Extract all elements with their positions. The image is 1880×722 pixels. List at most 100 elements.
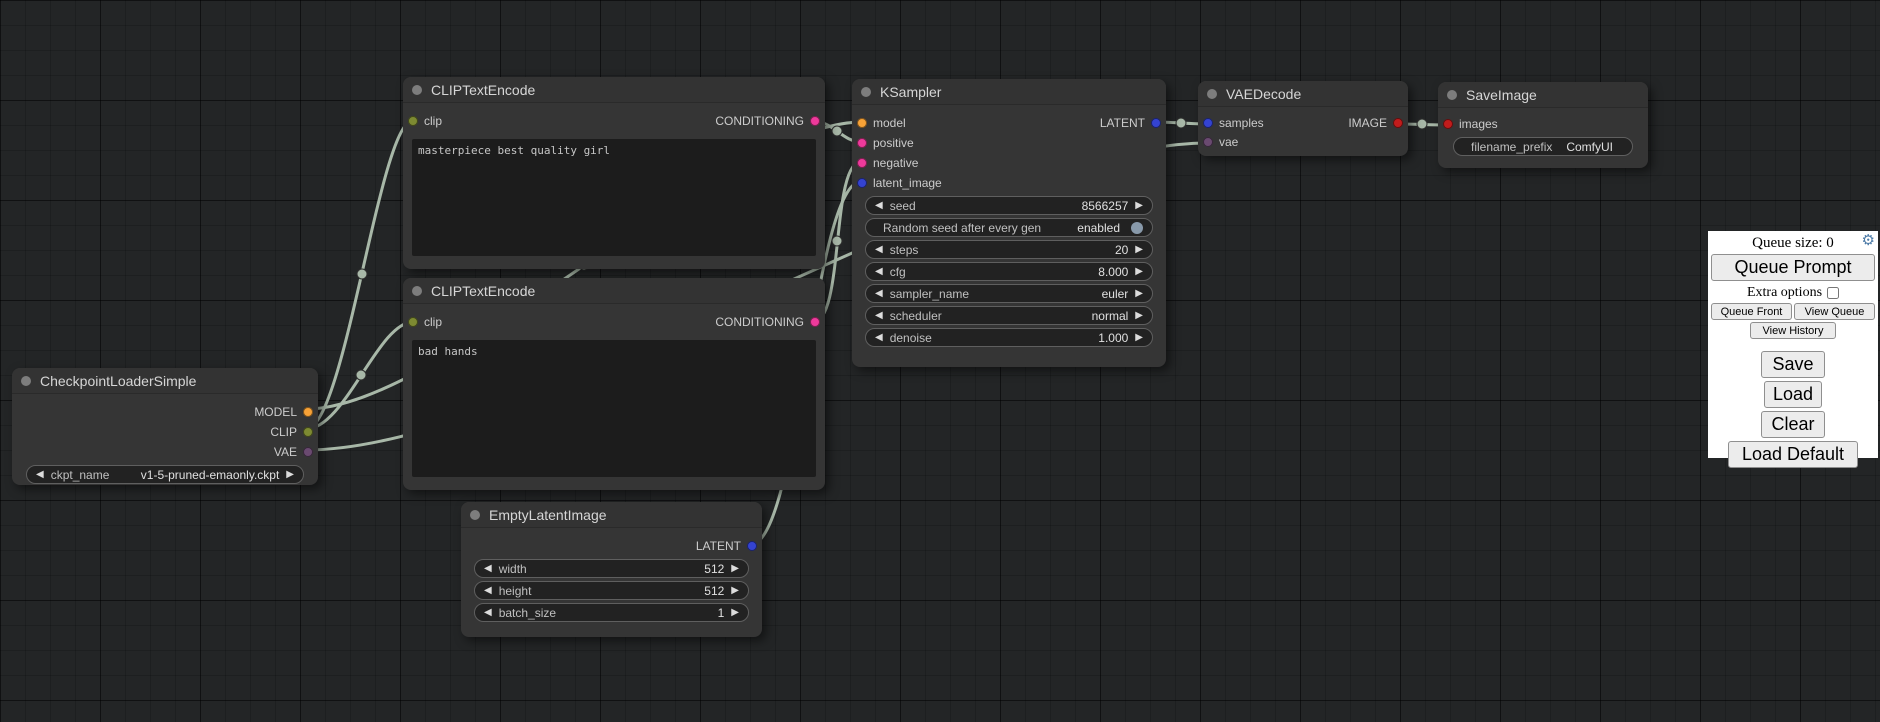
input-port-clip[interactable] <box>408 317 418 327</box>
increment-arrow-icon[interactable]: ▶ <box>1135 333 1143 343</box>
widget-seed[interactable]: ◀ seed 8566257 ▶ <box>865 196 1153 215</box>
widget-width[interactable]: ◀ width 512 ▶ <box>474 559 749 578</box>
input-port-positive[interactable] <box>857 138 867 148</box>
prompt-textarea[interactable]: masterpiece best quality girl <box>412 139 816 256</box>
widget-filename-prefix[interactable]: filename_prefix ComfyUI <box>1453 137 1633 156</box>
widget-height[interactable]: ◀ height 512 ▶ <box>474 581 749 600</box>
output-port-conditioning[interactable] <box>810 116 820 126</box>
node-title-bar[interactable]: CheckpointLoaderSimple <box>12 368 318 394</box>
increment-arrow-icon[interactable]: ▶ <box>1135 267 1143 277</box>
increment-arrow-icon[interactable]: ▶ <box>1135 245 1143 255</box>
output-slot-clip: CLIP <box>12 422 318 442</box>
node-clip-text-encode-positive[interactable]: CLIPTextEncode clip CONDITIONING masterp… <box>403 77 825 269</box>
widget-batch-size[interactable]: ◀ batch_size 1 ▶ <box>474 603 749 622</box>
input-port-latent-image[interactable] <box>857 178 867 188</box>
widget-sampler-name[interactable]: ◀ sampler_name euler ▶ <box>865 284 1153 303</box>
slot-label: model <box>873 116 906 130</box>
widget-value: 1 <box>718 606 725 620</box>
node-title-bar[interactable]: VAEDecode <box>1198 81 1408 107</box>
widget-label: seed <box>890 199 916 213</box>
slot-label: images <box>1459 117 1498 131</box>
increment-arrow-icon[interactable]: ▶ <box>286 470 294 480</box>
output-port-model[interactable] <box>303 407 313 417</box>
collapse-dot-icon[interactable] <box>861 87 871 97</box>
output-port-image[interactable] <box>1393 118 1403 128</box>
increment-arrow-icon[interactable]: ▶ <box>731 564 739 574</box>
collapse-dot-icon[interactable] <box>21 376 31 386</box>
decrement-arrow-icon[interactable]: ◀ <box>875 267 883 277</box>
collapse-dot-icon[interactable] <box>1207 89 1217 99</box>
decrement-arrow-icon[interactable]: ◀ <box>484 608 492 618</box>
input-port-clip[interactable] <box>408 116 418 126</box>
load-default-button[interactable]: Load Default <box>1728 441 1858 468</box>
view-history-button[interactable]: View History <box>1750 322 1836 339</box>
collapse-dot-icon[interactable] <box>470 510 480 520</box>
node-checkpoint-loader-simple[interactable]: CheckpointLoaderSimple MODEL CLIP VAE ◀ … <box>12 368 318 485</box>
output-port-latent[interactable] <box>747 541 757 551</box>
increment-arrow-icon[interactable]: ▶ <box>1135 289 1143 299</box>
link-center-dot <box>1417 119 1427 129</box>
collapse-dot-icon[interactable] <box>1447 90 1457 100</box>
decrement-arrow-icon[interactable]: ◀ <box>875 333 883 343</box>
increment-arrow-icon[interactable]: ▶ <box>731 608 739 618</box>
decrement-arrow-icon[interactable]: ◀ <box>875 289 883 299</box>
node-vae-decode[interactable]: VAEDecode samples IMAGE vae <box>1198 81 1408 156</box>
widget-denoise[interactable]: ◀ denoise 1.000 ▶ <box>865 328 1153 347</box>
node-title: SaveImage <box>1466 87 1537 103</box>
node-save-image[interactable]: SaveImage images filename_prefix ComfyUI <box>1438 82 1648 168</box>
output-port-latent[interactable] <box>1151 118 1161 128</box>
save-button[interactable]: Save <box>1761 351 1825 378</box>
input-port-vae[interactable] <box>1203 137 1213 147</box>
link-center-dot <box>357 269 367 279</box>
queue-front-button[interactable]: Queue Front <box>1711 303 1792 320</box>
node-ksampler[interactable]: KSampler model LATENT positive negative … <box>852 79 1166 367</box>
link-center-dot <box>832 126 842 136</box>
view-queue-button[interactable]: View Queue <box>1794 303 1875 320</box>
input-port-images[interactable] <box>1443 119 1453 129</box>
load-button[interactable]: Load <box>1764 381 1822 408</box>
node-title-bar[interactable]: EmptyLatentImage <box>461 502 762 528</box>
queue-prompt-button[interactable]: Queue Prompt <box>1711 254 1875 281</box>
decrement-arrow-icon[interactable]: ◀ <box>484 564 492 574</box>
increment-arrow-icon[interactable]: ▶ <box>731 586 739 596</box>
node-clip-text-encode-negative[interactable]: CLIPTextEncode clip CONDITIONING bad han… <box>403 278 825 490</box>
slot-label: LATENT <box>696 539 741 553</box>
decrement-arrow-icon[interactable]: ◀ <box>484 586 492 596</box>
input-port-negative[interactable] <box>857 158 867 168</box>
node-empty-latent-image[interactable]: EmptyLatentImage LATENT ◀ width 512 ▶ ◀ … <box>461 502 762 637</box>
decrement-arrow-icon[interactable]: ◀ <box>875 245 883 255</box>
decrement-arrow-icon[interactable]: ◀ <box>36 470 44 480</box>
slot-label: VAE <box>274 445 297 459</box>
clear-button[interactable]: Clear <box>1761 411 1825 438</box>
widget-value: 8566257 <box>1082 199 1129 213</box>
output-port-clip[interactable] <box>303 427 313 437</box>
widget-cfg[interactable]: ◀ cfg 8.000 ▶ <box>865 262 1153 281</box>
widget-label: scheduler <box>890 309 942 323</box>
widget-scheduler[interactable]: ◀ scheduler normal ▶ <box>865 306 1153 325</box>
widget-ckpt-name[interactable]: ◀ ckpt_name v1-5-pruned-emaonly.ckpt ▶ <box>26 465 304 484</box>
input-port-model[interactable] <box>857 118 867 128</box>
increment-arrow-icon[interactable]: ▶ <box>1135 201 1143 211</box>
node-title-bar[interactable]: KSampler <box>852 79 1166 105</box>
slot-label: clip <box>424 315 442 329</box>
prompt-textarea[interactable]: bad hands <box>412 340 816 477</box>
input-port-samples[interactable] <box>1203 118 1213 128</box>
collapse-dot-icon[interactable] <box>412 85 422 95</box>
decrement-arrow-icon[interactable]: ◀ <box>875 201 883 211</box>
slot-label: vae <box>1219 135 1238 149</box>
increment-arrow-icon[interactable]: ▶ <box>1135 311 1143 321</box>
collapse-dot-icon[interactable] <box>412 286 422 296</box>
widget-random-seed-toggle[interactable]: Random seed after every gen enabled <box>865 218 1153 237</box>
widget-steps[interactable]: ◀ steps 20 ▶ <box>865 240 1153 259</box>
slot-label: IMAGE <box>1348 116 1387 130</box>
node-title-bar[interactable]: CLIPTextEncode <box>403 77 825 103</box>
node-title-bar[interactable]: CLIPTextEncode <box>403 278 825 304</box>
decrement-arrow-icon[interactable]: ◀ <box>875 311 883 321</box>
widget-label: ckpt_name <box>51 468 110 482</box>
output-port-vae[interactable] <box>303 447 313 457</box>
node-title-bar[interactable]: SaveImage <box>1438 82 1648 108</box>
toggle-on-dot[interactable] <box>1131 222 1143 234</box>
extra-options-checkbox[interactable] <box>1827 287 1839 299</box>
settings-gear-icon[interactable]: ⚙ <box>1862 234 1875 249</box>
output-port-conditioning[interactable] <box>810 317 820 327</box>
